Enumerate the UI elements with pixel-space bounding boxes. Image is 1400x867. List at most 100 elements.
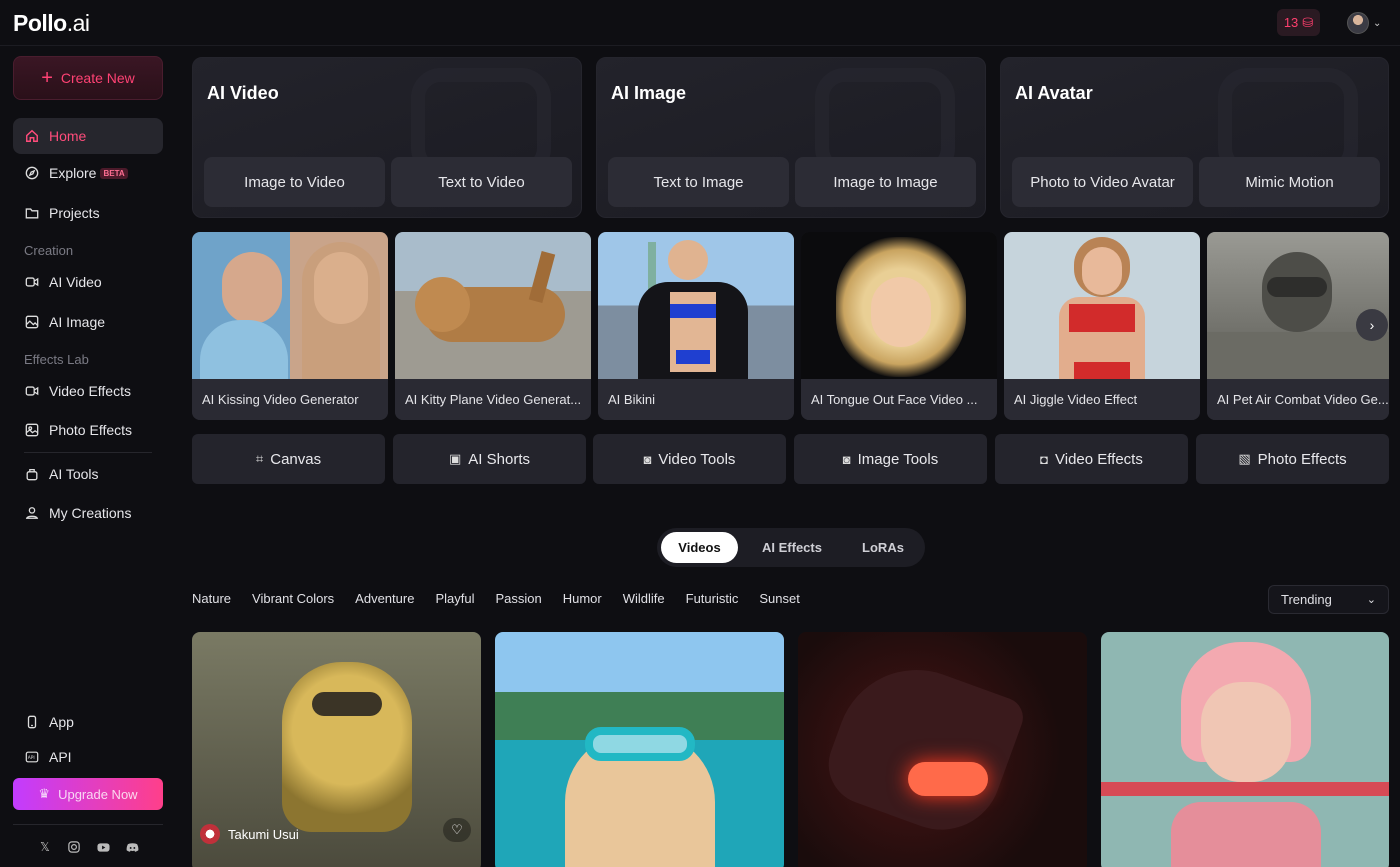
template-thumbnail <box>1207 232 1389 379</box>
photo-effects-icon <box>25 423 39 437</box>
tab-ai-effects[interactable]: AI Effects <box>738 532 846 563</box>
sort-select[interactable]: Trending ⌄ <box>1268 585 1389 614</box>
credits-count: 13 <box>1283 15 1299 30</box>
user-menu[interactable]: ⌄ <box>1347 12 1381 34</box>
template-card[interactable]: AI Tongue Out Face Video ... <box>801 232 997 420</box>
template-thumbnail <box>192 232 388 380</box>
sidebar-item-ai-image[interactable]: AI Image <box>13 304 163 340</box>
tool-ai-shorts[interactable]: ▣ AI Shorts <box>393 434 586 484</box>
like-button[interactable]: ♡ <box>443 818 471 842</box>
sidebar-item-projects[interactable]: Projects <box>13 195 163 231</box>
template-title: AI Bikini <box>598 379 794 420</box>
feature-card-ai-avatar: AI Avatar Photo to Video Avatar Mimic Mo… <box>1000 57 1389 218</box>
svg-text:API: API <box>28 755 35 761</box>
sidebar-item-home[interactable]: Home <box>13 118 163 154</box>
video-icon <box>25 275 39 289</box>
social-links: 𝕏 <box>38 840 139 854</box>
photo-to-video-avatar-button[interactable]: Photo to Video Avatar <box>1012 157 1193 207</box>
template-thumbnail <box>395 232 591 379</box>
avatar[interactable] <box>1347 12 1369 34</box>
template-title: AI Pet Air Combat Video Ge... <box>1207 379 1389 420</box>
feature-card-ai-video: AI Video Image to Video Text to Video <box>192 57 582 218</box>
template-card[interactable]: AI Bikini <box>598 232 794 420</box>
author[interactable]: Takumi Usui <box>200 824 299 844</box>
chevron-down-icon: ⌄ <box>1366 594 1376 606</box>
sword <box>1101 782 1389 796</box>
api-icon: API <box>25 750 39 764</box>
sidebar-item-video-effects[interactable]: Video Effects <box>13 373 163 409</box>
sidebar-item-app[interactable]: App <box>13 704 163 740</box>
filter-wildlife[interactable]: Wildlife <box>623 591 665 606</box>
template-title: AI Kitty Plane Video Generat... <box>395 379 591 420</box>
image-to-image-button[interactable]: Image to Image <box>795 157 976 207</box>
feature-title: AI Image <box>611 83 687 103</box>
gallery-card[interactable] <box>798 632 1087 867</box>
goggles <box>585 727 695 761</box>
top-bar: Pollo.ai 13 ⛁ ⌄ <box>0 0 1400 46</box>
tool-photo-effects[interactable]: ▧ Photo Effects <box>1196 434 1389 484</box>
carousel-next-button[interactable]: › <box>1356 309 1388 341</box>
logo[interactable]: Pollo.ai <box>13 10 90 37</box>
filter-nature[interactable]: Nature <box>192 591 231 606</box>
tools-icon <box>25 467 39 481</box>
filter-adventure[interactable]: Adventure <box>355 591 414 606</box>
instagram-icon[interactable] <box>67 840 81 854</box>
discord-icon[interactable] <box>125 840 139 854</box>
sidebar-item-api[interactable]: API API <box>13 739 163 775</box>
template-thumbnail <box>801 232 997 379</box>
filter-chips: Nature Vibrant Colors Adventure Playful … <box>192 591 800 606</box>
sidebar-item-my-creations[interactable]: My Creations <box>13 495 163 531</box>
gallery-card[interactable]: Takumi Usui ♡ <box>192 632 481 867</box>
tool-canvas[interactable]: ⌗ Canvas <box>192 434 385 484</box>
create-new-button[interactable]: + Create New <box>13 56 163 100</box>
feature-title: AI Avatar <box>1015 83 1093 103</box>
image-to-video-button[interactable]: Image to Video <box>204 157 385 207</box>
sidebar-divider <box>24 452 152 453</box>
template-title: AI Tongue Out Face Video ... <box>801 379 997 420</box>
canvas-icon: ⌗ <box>255 451 264 466</box>
template-card[interactable]: AI Kissing Video Generator <box>192 232 388 420</box>
sidebar-divider-bottom <box>13 824 163 825</box>
section-effects-lab: Effects Lab <box>24 352 89 367</box>
tool-image-tools[interactable]: ◙ Image Tools <box>794 434 987 484</box>
filter-passion[interactable]: Passion <box>495 591 541 606</box>
x-icon[interactable]: 𝕏 <box>38 840 52 854</box>
tab-loras[interactable]: LoRAs <box>846 532 920 563</box>
credits-badge[interactable]: 13 ⛁ <box>1277 9 1320 36</box>
video-effects-icon <box>25 384 39 398</box>
template-title: AI Jiggle Video Effect <box>1004 379 1200 420</box>
mimic-motion-button[interactable]: Mimic Motion <box>1199 157 1380 207</box>
text-to-image-button[interactable]: Text to Image <box>608 157 789 207</box>
sidebar-item-ai-tools[interactable]: AI Tools <box>13 456 163 492</box>
image-icon <box>25 315 39 329</box>
gallery-card[interactable] <box>1101 632 1389 867</box>
text-to-video-button[interactable]: Text to Video <box>391 157 572 207</box>
gallery-card[interactable] <box>495 632 784 867</box>
gallery-thumbnail <box>817 647 1029 847</box>
filter-futuristic[interactable]: Futuristic <box>686 591 739 606</box>
video-effects-icon: ◘ <box>1040 451 1048 467</box>
goggles <box>312 692 382 716</box>
photo-effects-icon: ▧ <box>1238 451 1251 466</box>
content-tabs: Videos AI Effects LoRAs <box>657 528 925 567</box>
sidebar-item-ai-video[interactable]: AI Video <box>13 264 163 300</box>
tab-videos[interactable]: Videos <box>661 532 738 563</box>
filter-playful[interactable]: Playful <box>435 591 474 606</box>
tool-video-effects[interactable]: ◘ Video Effects <box>995 434 1188 484</box>
video-tools-icon: ◙ <box>643 451 652 467</box>
filter-sunset[interactable]: Sunset <box>759 591 799 606</box>
chevron-right-icon: › <box>1369 317 1375 333</box>
chevron-down-icon: ⌄ <box>1373 17 1382 29</box>
crown-icon: ♛ <box>38 786 51 801</box>
template-card[interactable]: AI Jiggle Video Effect <box>1004 232 1200 420</box>
template-thumbnail <box>1004 232 1200 379</box>
sidebar-item-explore[interactable]: Explore BETA <box>13 155 163 191</box>
filter-humor[interactable]: Humor <box>563 591 602 606</box>
gallery-thumbnail <box>282 662 412 832</box>
upgrade-now-button[interactable]: ♛ Upgrade Now <box>13 778 163 810</box>
sidebar-item-photo-effects[interactable]: Photo Effects <box>13 412 163 448</box>
youtube-icon[interactable] <box>96 840 110 854</box>
tool-video-tools[interactable]: ◙ Video Tools <box>593 434 786 484</box>
filter-vibrant-colors[interactable]: Vibrant Colors <box>252 591 334 606</box>
template-card[interactable]: AI Kitty Plane Video Generat... <box>395 232 591 420</box>
